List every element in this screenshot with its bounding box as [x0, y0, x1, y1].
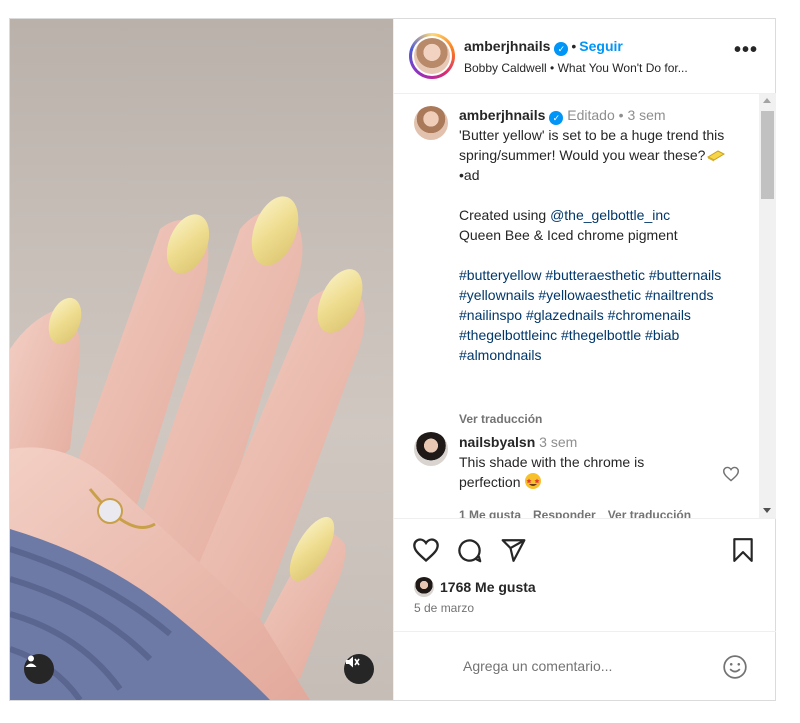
caption-time[interactable]: 3 sem: [627, 107, 665, 123]
mention-link[interactable]: @the_gelbottle_inc: [550, 207, 670, 223]
share-paper-plane-icon[interactable]: [500, 537, 527, 563]
scroll-down-arrow-icon[interactable]: [763, 508, 771, 513]
reply-button[interactable]: Responder: [533, 508, 596, 518]
follow-button[interactable]: Seguir: [579, 38, 623, 54]
created-using-label: Created using: [459, 207, 551, 223]
comments-scrollbar[interactable]: [759, 94, 776, 518]
user-tag-button[interactable]: [24, 654, 54, 684]
hand-nails-illustration: [10, 196, 365, 700]
likes-summary[interactable]: 1768 Me gusta: [414, 575, 536, 599]
hashtags[interactable]: #butteryellow #butteraesthetic #butterna…: [459, 267, 721, 363]
comment-like-heart-icon[interactable]: [722, 466, 740, 482]
comment-username[interactable]: nailsbyalsn: [459, 434, 535, 450]
post-header: amberjhnails ✓ • Seguir Bobby Caldwell • Wh…: [394, 19, 776, 94]
products-text: Queen Bee & Iced chrome pigment: [459, 227, 678, 243]
caption-text: amberjhnails ✓ Editado • 3 sem 'Butter ye…: [459, 107, 726, 363]
more-options-icon[interactable]: •••: [734, 40, 758, 60]
comment-input[interactable]: Agrega un comentario...: [463, 658, 612, 674]
mute-button[interactable]: [344, 654, 374, 684]
author-username[interactable]: amberjhnails: [464, 38, 550, 54]
add-comment-bar: Agrega un comentario...: [394, 631, 776, 701]
avatar[interactable]: [409, 33, 455, 79]
comment-avatar[interactable]: [414, 432, 448, 466]
caption-ad: •ad: [459, 167, 480, 183]
edited-label: Editado: [567, 107, 615, 123]
caption-see-translation[interactable]: Ver traducción: [459, 412, 542, 426]
caption-avatar[interactable]: [414, 106, 448, 140]
emoji-picker-icon[interactable]: [722, 654, 748, 680]
post-date[interactable]: 5 de marzo: [414, 601, 474, 615]
comment-likes-count[interactable]: 1 Me gusta: [459, 508, 521, 518]
comment-body: This shade with the chrome is perfection: [459, 454, 645, 490]
like-heart-icon[interactable]: [412, 537, 440, 563]
comment-time[interactable]: 3 sem: [539, 434, 577, 450]
scroll-thumb[interactable]: [761, 111, 774, 199]
comment-actions: 1 Me gusta Responder Ver traducción: [459, 508, 703, 518]
comment-see-translation[interactable]: Ver traducción: [608, 508, 691, 518]
save-bookmark-icon[interactable]: [732, 537, 754, 563]
post-modal: amberjhnails ✓ • Seguir Bobby Caldwell • Wh…: [9, 18, 776, 701]
likes-count[interactable]: 1768 Me gusta: [440, 579, 536, 595]
audio-track-link[interactable]: Bobby Caldwell • What You Won't Do for..…: [464, 61, 734, 75]
liker-avatar: [414, 577, 434, 597]
star-struck-emoji-icon: [525, 473, 542, 489]
comment-text: nailsbyalsn 3 sem This shade with the ch…: [459, 432, 709, 492]
verified-badge-icon: ✓: [554, 42, 569, 56]
comments-list[interactable]: amberjhnails ✓ Editado • 3 sem 'Butter ye…: [394, 94, 776, 518]
comment-bubble-icon[interactable]: [456, 537, 483, 564]
scroll-up-arrow-icon[interactable]: [763, 98, 771, 103]
speaker-muted-icon: [346, 656, 360, 668]
verified-badge-icon: ✓: [549, 111, 564, 125]
user-icon: [25, 655, 37, 667]
post-image[interactable]: [10, 19, 393, 700]
butter-emoji-icon: [707, 150, 726, 162]
post-details-panel: amberjhnails ✓ • Seguir Bobby Caldwell • Wh…: [393, 19, 776, 700]
caption-body: 'Butter yellow' is set to be a huge tren…: [459, 127, 725, 163]
caption-username[interactable]: amberjhnails: [459, 107, 545, 123]
